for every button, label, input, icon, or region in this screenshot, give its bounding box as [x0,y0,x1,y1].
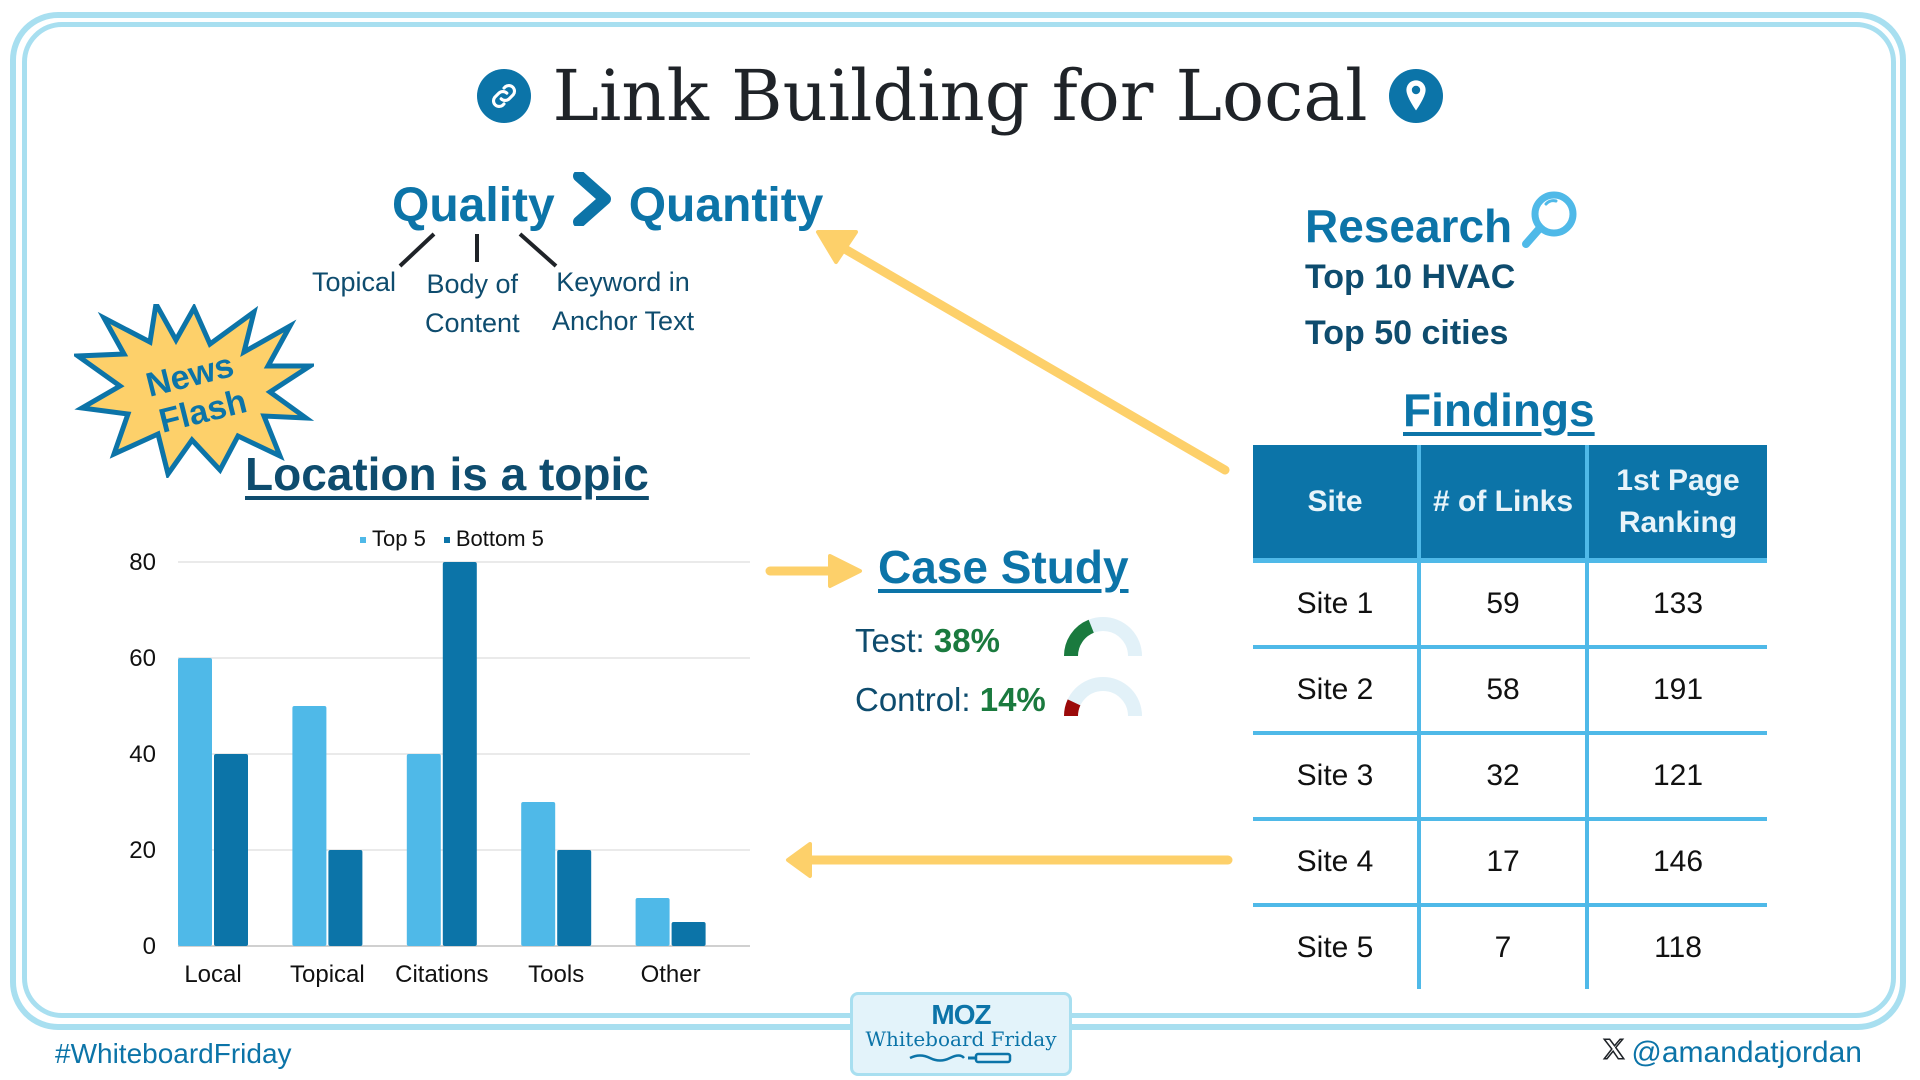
test-label: Test: [855,622,934,659]
table-row: Site 4 17 146 [1253,819,1767,907]
badge-text: Whiteboard Friday [865,1027,1057,1051]
cell-links: 7 [1419,905,1589,989]
case-study-heading: Case Study [878,541,1129,593]
cell-site: Site 3 [1253,733,1421,821]
findings-heading: Findings [1403,384,1595,436]
cell-ranking: 121 [1587,733,1767,821]
branch-text: Keyword in [556,267,690,297]
bar-top-5 [521,802,556,946]
page-title: Link Building for Local [0,55,1920,137]
chevron-right-icon [572,170,611,238]
table-row: Site 3 32 121 [1253,733,1767,821]
bar-top-5 [406,754,441,946]
research-line-1: Top 10 HVAC [1305,258,1516,296]
y-tick-label: 0 [143,933,156,960]
cell-site: Site 1 [1253,560,1421,649]
quality-vs-quantity: Quality Quantity [392,170,824,238]
x-tick-label: Tools [528,961,584,988]
control-gauge [1064,677,1142,717]
control-label: Control: [855,681,980,718]
bar-bottom-5 [557,850,592,946]
control-stat: Control: 14% [855,681,1046,719]
cell-site: Site 5 [1253,905,1421,989]
bar-top-5 [178,658,212,946]
quality-branch-body: Body of Content [425,265,520,343]
cell-ranking: 118 [1654,931,1702,964]
bar-top-5 [292,706,327,946]
chart-title: Location is a topic [245,448,649,500]
cell-links: 58 [1419,647,1589,735]
bar-chart: 0 20 40 60 80 Local Topical Citations Tools Other [129,549,750,988]
y-tick-label: 20 [129,837,156,864]
quality-branch-topical: Topical [312,263,396,302]
cell-ranking: 191 [1587,647,1767,735]
table-header-row: Site # of Links 1st Page Ranking [1253,445,1767,563]
bar-bottom-5 [214,754,248,946]
cell-site: Site 2 [1253,647,1421,735]
test-gauge [1064,617,1142,657]
hashtag[interactable]: #WhiteboardFriday [55,1038,292,1070]
gauge-fill [1064,619,1095,657]
title-text: Link Building for Local [552,55,1368,137]
research-label: Research [1305,199,1513,252]
research-heading: Research [1305,188,1580,263]
test-value: 38% [933,622,1000,659]
table-row: Site 2 58 191 [1253,647,1767,735]
bar-top-5 [635,898,670,946]
y-tick-label: 40 [129,741,156,768]
branch-line [518,232,558,268]
quality-label: Quality [392,178,555,232]
test-stat: Test: 38% [855,622,1000,660]
x-tick-label: Local [184,961,241,988]
quality-branch-keyword: Keyword in Anchor Text [552,263,694,341]
column-header-links: # of Links [1419,445,1589,563]
magnifier-icon [1516,188,1580,263]
branch-line [398,232,436,268]
column-header-site: Site [1253,445,1421,563]
bar-bottom-5 [671,922,706,946]
control-value: 14% [979,681,1046,718]
x-tick-label: Topical [290,961,365,988]
column-header-ranking: 1st Page Ranking [1587,445,1767,563]
location-pin-icon [1389,69,1444,123]
research-line-2: Top 50 cities [1305,314,1509,352]
marker-icon [909,1052,1012,1064]
moz-whiteboard-friday-badge: MOZ Whiteboard Friday [850,992,1072,1076]
table-row: Site 5 7 118 [1253,905,1767,989]
y-tick-label: 60 [129,645,156,672]
y-tick-label: 80 [129,549,156,576]
header-line: 1st Page [1616,463,1740,497]
cell-links: 17 [1419,819,1589,907]
cell-ranking: 146 [1587,819,1767,907]
gauge-fill [1064,699,1081,717]
bar-bottom-5 [328,850,363,946]
link-icon [476,69,531,123]
branch-text: Anchor Text [552,306,695,336]
handle-text: @amandatjordan [1631,1036,1862,1069]
cell-links: 32 [1419,733,1589,821]
author-handle[interactable]: @amandatjordan [1601,1036,1862,1070]
branch-text: Content [425,308,520,338]
branch-text: Body of [426,269,519,299]
table-row: Site 1 59 133 [1253,560,1767,649]
x-tick-label: Citations [395,961,488,988]
findings-table: Site # of Links 1st Page Ranking Site 1 59… [1253,445,1767,989]
bar-bottom-5 [442,562,477,946]
header-line: Ranking [1618,505,1738,539]
x-tick-label: Other [641,961,701,988]
gauge-track [1064,677,1142,717]
quantity-label: Quantity [628,178,824,232]
branch-text: Topical [312,267,397,297]
cell-links: 59 [1419,560,1589,649]
x-logo-icon [1601,1036,1627,1070]
cell-site: Site 4 [1253,819,1421,907]
cell-ranking: 133 [1587,560,1767,649]
